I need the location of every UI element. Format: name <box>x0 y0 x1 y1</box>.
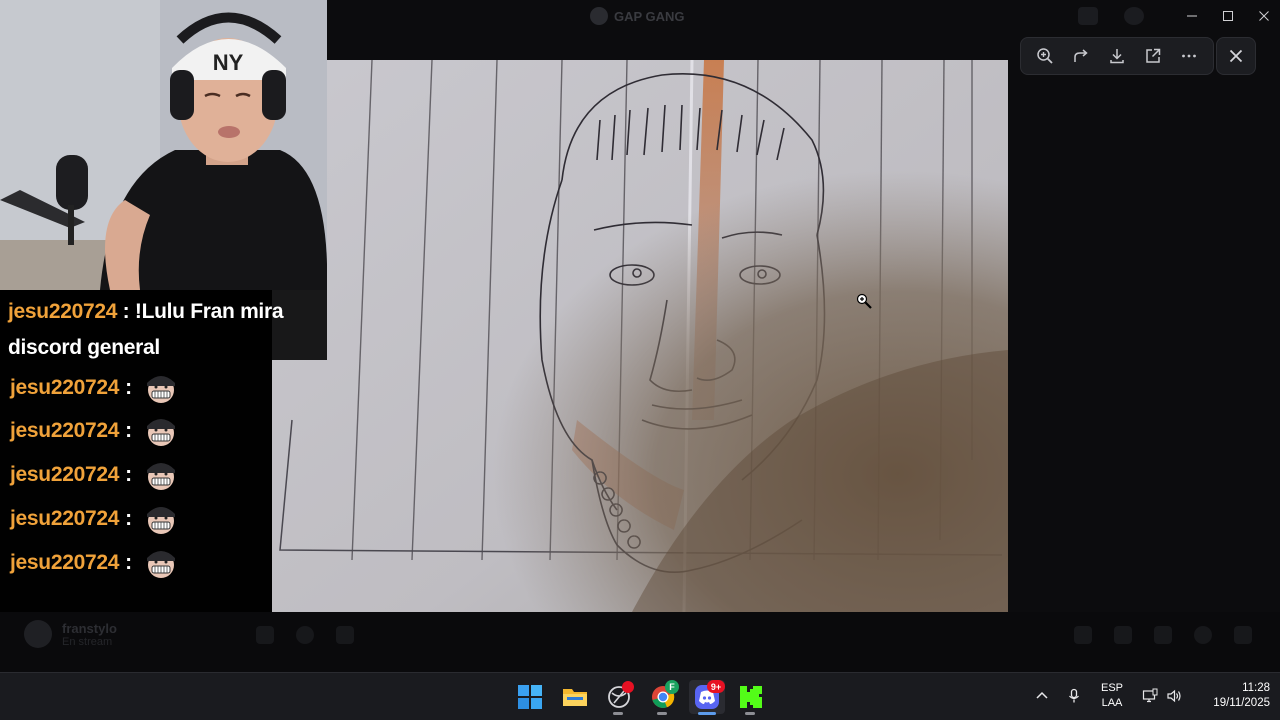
input-language-button[interactable]: ESP LAA <box>1099 681 1125 711</box>
chevron-up-icon <box>1036 691 1048 699</box>
chat-message: jesu220724 : !Lulu Fran mira discord gen… <box>0 290 327 360</box>
help-icon <box>1124 7 1144 25</box>
open-external-button[interactable] <box>1139 42 1167 70</box>
mic-icon <box>256 626 274 644</box>
zoom-in-icon <box>1037 48 1053 64</box>
chat-separator: : <box>125 551 132 574</box>
image-viewer-toolbar <box>1020 37 1214 75</box>
drawing-photo <box>272 60 1008 612</box>
emote-icon <box>146 463 175 490</box>
chat-username: jesu220724 <box>8 300 118 323</box>
chat-username: jesu220724 <box>10 551 120 574</box>
threads-icon <box>1074 626 1092 644</box>
unread-badge: 9+ <box>707 680 725 693</box>
chat-separator: : <box>117 300 130 323</box>
emote-icon <box>146 419 175 446</box>
language-code: ESP <box>1100 682 1123 694</box>
inbox-icon <box>1078 7 1098 25</box>
speaker-icon <box>1167 689 1181 703</box>
start-button[interactable] <box>512 680 548 714</box>
clock-date: 19/11/2025 <box>1213 697 1270 709</box>
taskbar <box>0 672 1280 720</box>
chat-separator: : <box>125 463 132 486</box>
current-user: franstylo En stream <box>24 620 117 648</box>
chat-username: jesu220724 <box>10 463 120 486</box>
chat-message: jesu220724 : <box>10 457 178 493</box>
screen: GAP GANG franstylo En stream NY jesu2207… <box>0 0 1280 720</box>
keyboard-layout: LAA <box>1101 697 1123 709</box>
running-indicator <box>613 712 623 715</box>
volume-button[interactable] <box>1164 686 1184 706</box>
svg-text:NY: NY <box>213 50 244 75</box>
chat-message: jesu220724 : <box>10 370 178 406</box>
emote-icon <box>146 551 175 578</box>
chat-message: jesu220724 : <box>10 545 178 581</box>
settings-icon <box>336 626 354 644</box>
close-icon <box>1229 49 1243 63</box>
apps-icon <box>1234 626 1252 644</box>
profile-badge: F <box>665 680 679 694</box>
open-external-icon <box>1146 48 1161 63</box>
file-explorer-button[interactable] <box>557 680 593 714</box>
viewed-image[interactable] <box>272 60 1008 612</box>
folder-icon <box>563 689 587 706</box>
close-viewer-button[interactable] <box>1216 37 1256 75</box>
pin-icon <box>1114 626 1132 644</box>
more-button[interactable] <box>1175 42 1203 70</box>
network-icon <box>1142 688 1158 703</box>
clock-button[interactable]: 11:28 19/11/2025 <box>1190 681 1270 711</box>
active-indicator <box>698 712 716 715</box>
minimize-button[interactable] <box>1174 4 1210 28</box>
chat-username: jesu220724 <box>10 376 120 399</box>
webcam-feed: NY <box>0 0 327 290</box>
download-button[interactable] <box>1103 42 1131 70</box>
window-title-text: GAP GANG <box>614 8 685 24</box>
webcam-overlay: NY <box>0 0 327 290</box>
avatar <box>24 620 52 648</box>
network-button[interactable] <box>1140 686 1160 706</box>
running-indicator <box>657 712 667 715</box>
user-status: En stream <box>62 635 113 648</box>
microphone-icon <box>1069 688 1079 703</box>
chat-separator: : <box>125 419 132 442</box>
chat-message: jesu220724 : <box>10 501 178 537</box>
kick-icon <box>740 686 762 708</box>
windows-logo-icon <box>518 685 542 709</box>
close-window-button[interactable] <box>1246 4 1280 28</box>
chat-username: jesu220724 <box>10 507 120 530</box>
chat-separator: : <box>125 507 132 530</box>
rotate-button[interactable] <box>1067 42 1095 70</box>
members-icon <box>1154 626 1172 644</box>
clock-time: 11:28 <box>1242 682 1270 694</box>
headset-icon <box>296 626 314 644</box>
download-icon <box>1110 49 1124 64</box>
rotate-icon <box>1074 49 1088 62</box>
username: franstylo <box>62 620 117 636</box>
emote-icon <box>146 507 175 534</box>
show-hidden-icons-button[interactable] <box>1032 686 1052 706</box>
window-title: GAP GANG <box>590 6 685 26</box>
kick-button[interactable] <box>733 680 769 714</box>
notification-dot <box>622 681 634 693</box>
maximize-button[interactable] <box>1210 4 1246 28</box>
zoom-button[interactable] <box>1031 42 1059 70</box>
more-icon <box>1182 54 1196 58</box>
chat-message: jesu220724 : <box>10 413 178 449</box>
emoji-icon <box>1194 626 1212 644</box>
server-icon <box>590 7 608 25</box>
emote-icon <box>146 376 175 403</box>
running-indicator <box>745 712 755 715</box>
zoom-cursor-icon <box>856 293 872 309</box>
chat-separator: : <box>125 376 132 399</box>
microphone-button[interactable] <box>1064 686 1084 706</box>
chat-username: jesu220724 <box>10 419 120 442</box>
